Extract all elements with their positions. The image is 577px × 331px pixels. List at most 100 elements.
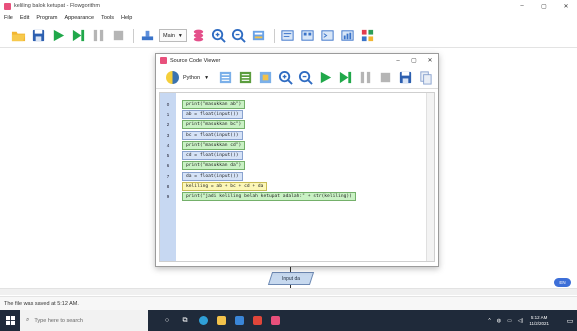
input-shape-label: Input da bbox=[281, 275, 301, 282]
minimize-icon[interactable]: – bbox=[511, 0, 533, 12]
main-toolbar: Main ▼ bbox=[0, 24, 577, 48]
dialog-zoom-in-button[interactable] bbox=[277, 70, 293, 86]
edge-icon[interactable] bbox=[194, 310, 212, 331]
stop-button[interactable] bbox=[110, 28, 126, 44]
source-code-viewer-dialog: Source Code Viewer – ▢ ✕ Python ▼ 0 1 2 … bbox=[155, 53, 439, 267]
output-statement[interactable]: print("masukkan bc") bbox=[182, 120, 246, 130]
volume-icon[interactable]: ◁) bbox=[518, 318, 524, 324]
task-view-icon[interactable]: ⧉ bbox=[176, 310, 194, 331]
play-icon bbox=[53, 29, 64, 42]
file-explorer-icon[interactable] bbox=[212, 310, 230, 331]
status-bar: The file was saved at 5:12 AM. bbox=[0, 296, 577, 310]
horizontal-scrollbar[interactable] bbox=[0, 288, 577, 295]
function-select[interactable]: Main ▼ bbox=[159, 29, 187, 42]
status-message: The file was saved at 5:12 AM. bbox=[4, 300, 79, 307]
taskbar: ⌕ Type here to search ○ ⧉ ^ ◍ ▭ ◁) 5:12 … bbox=[0, 310, 577, 331]
notification-icon[interactable]: ▭ bbox=[563, 310, 577, 331]
input-statement[interactable]: ab = float(input()) bbox=[182, 109, 243, 119]
code-line[interactable]: print("masukkan cd") bbox=[182, 140, 356, 150]
add-function-button[interactable] bbox=[139, 28, 155, 44]
line-number: 3 bbox=[166, 132, 170, 138]
cortana-icon[interactable]: ○ bbox=[158, 310, 176, 331]
close-icon[interactable]: ✕ bbox=[555, 0, 577, 12]
battery-icon[interactable]: ▭ bbox=[507, 318, 512, 324]
dialog-step-button[interactable] bbox=[337, 70, 353, 86]
chart-button[interactable] bbox=[340, 28, 356, 44]
maximize-icon[interactable]: ▢ bbox=[533, 0, 555, 12]
taskbar-search[interactable]: ⌕ Type here to search bbox=[20, 310, 148, 331]
code-line[interactable]: bc = float(input()) bbox=[182, 130, 356, 140]
code-line[interactable]: print("masukkan bc") bbox=[182, 120, 356, 130]
output-statement[interactable]: print("masukkan da") bbox=[182, 161, 246, 171]
chart-icon bbox=[341, 30, 354, 41]
dialog-copy-button[interactable] bbox=[417, 70, 433, 86]
output-statement[interactable]: print("masukkan cd") bbox=[182, 140, 246, 150]
variable-button[interactable] bbox=[300, 28, 316, 44]
chevron-down-icon: ▼ bbox=[177, 32, 183, 39]
layout-list-button[interactable] bbox=[217, 70, 233, 86]
menu-file[interactable]: File bbox=[4, 15, 13, 21]
step-icon bbox=[339, 71, 351, 84]
code-line[interactable]: print("jadi keliling belah ketupat adala… bbox=[182, 192, 356, 202]
code-line[interactable]: print("masukkan da") bbox=[182, 161, 356, 171]
network-icon[interactable]: ◍ bbox=[497, 318, 501, 324]
run-button[interactable] bbox=[50, 28, 66, 44]
code-view[interactable]: 0 1 2 3 4 5 6 7 8 9 print("masukkan ab")… bbox=[159, 92, 435, 262]
code-line[interactable]: cd = float(input()) bbox=[182, 150, 356, 161]
dialog-maximize-icon[interactable]: ▢ bbox=[406, 54, 422, 67]
dialog-run-button[interactable] bbox=[317, 70, 333, 86]
code-line[interactable]: da = float(input()) bbox=[182, 171, 356, 181]
tray-chevron-icon[interactable]: ^ bbox=[488, 318, 490, 324]
vertical-scrollbar[interactable] bbox=[426, 93, 434, 261]
dialog-close-icon[interactable]: ✕ bbox=[422, 54, 438, 67]
layout-button[interactable] bbox=[251, 28, 267, 44]
menu-help[interactable]: Help bbox=[121, 15, 132, 21]
code-line[interactable]: ab = float(input()) bbox=[182, 109, 356, 119]
input-statement[interactable]: bc = float(input()) bbox=[182, 130, 243, 140]
menu-edit[interactable]: Edit bbox=[20, 15, 29, 21]
save-button[interactable] bbox=[30, 28, 46, 44]
menu-program[interactable]: Program bbox=[36, 15, 57, 21]
input-statement[interactable]: cd = float(input()) bbox=[182, 151, 243, 161]
structure-button[interactable] bbox=[360, 28, 376, 44]
console-button[interactable] bbox=[320, 28, 336, 44]
open-folder-button[interactable] bbox=[10, 28, 26, 44]
variable-watch-button[interactable] bbox=[191, 28, 207, 44]
output-statement[interactable]: print("jadi keliling belah ketupat adala… bbox=[182, 192, 356, 202]
layout-block-button[interactable] bbox=[237, 70, 253, 86]
assign-statement[interactable]: keliling = ab + bc + cd + da bbox=[182, 182, 268, 192]
store-icon[interactable] bbox=[230, 310, 248, 331]
office-icon[interactable] bbox=[248, 310, 266, 331]
code-line[interactable]: print("masukkan ab") bbox=[182, 99, 356, 109]
line-number: 6 bbox=[166, 163, 170, 169]
output-statement[interactable]: print("masukkan ab") bbox=[182, 99, 246, 109]
dialog-stop-button[interactable] bbox=[377, 70, 393, 86]
line-number: 2 bbox=[166, 122, 170, 128]
clock-date: 11/2/2021 bbox=[529, 320, 549, 326]
menu-tools[interactable]: Tools bbox=[101, 15, 114, 21]
step-button[interactable] bbox=[70, 28, 86, 44]
zoom-in-button[interactable] bbox=[211, 28, 227, 44]
code-line[interactable]: keliling = ab + bc + cd + da bbox=[182, 181, 356, 192]
clock[interactable]: 5:12 AM 11/2/2021 bbox=[529, 315, 555, 327]
stop-icon bbox=[380, 72, 390, 83]
start-button[interactable] bbox=[0, 310, 20, 331]
copy-icon bbox=[419, 71, 432, 85]
list-view-icon bbox=[219, 71, 231, 84]
source-code-button[interactable] bbox=[280, 28, 296, 44]
dialog-save-button[interactable] bbox=[397, 70, 413, 86]
dialog-pause-button[interactable] bbox=[357, 70, 373, 86]
language-badge[interactable]: EN bbox=[554, 278, 571, 287]
dialog-zoom-out-button[interactable] bbox=[297, 70, 313, 86]
code-lines: print("masukkan ab") ab = float(input())… bbox=[182, 99, 356, 202]
dialog-minimize-icon[interactable]: – bbox=[390, 54, 406, 67]
menu-appearance[interactable]: Appearance bbox=[64, 15, 94, 21]
line-number: 5 bbox=[166, 153, 170, 159]
language-select-value[interactable]: Python bbox=[183, 75, 200, 81]
layout-window-button[interactable] bbox=[257, 70, 273, 86]
pause-button[interactable] bbox=[90, 28, 106, 44]
zoom-out-button[interactable] bbox=[231, 28, 247, 44]
chevron-down-icon[interactable]: ▼ bbox=[204, 75, 209, 81]
flowgorithm-taskbar-icon[interactable] bbox=[266, 310, 284, 331]
input-statement[interactable]: da = float(input()) bbox=[182, 171, 243, 181]
